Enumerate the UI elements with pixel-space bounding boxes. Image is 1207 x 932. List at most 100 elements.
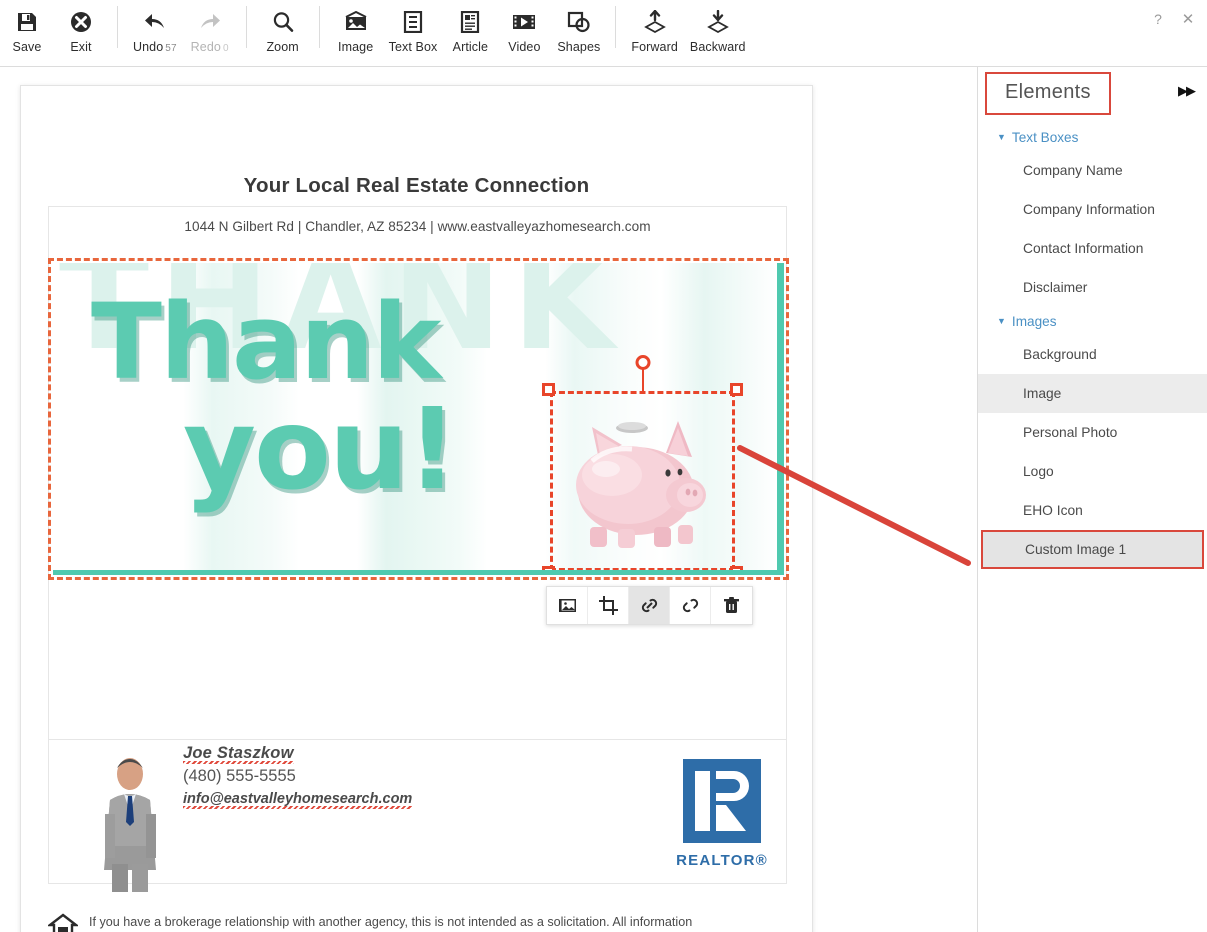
sidebar-item-logo[interactable]: Logo bbox=[978, 452, 1207, 491]
unlink-button[interactable] bbox=[670, 587, 711, 624]
sidebar-item-custom-image-1[interactable]: Custom Image 1 bbox=[981, 530, 1204, 569]
toolbar-button-count: 0 bbox=[222, 43, 229, 54]
background-image-element[interactable]: THANK Thank you! bbox=[48, 258, 789, 580]
sidebar-item-company-information[interactable]: Company Information bbox=[978, 190, 1207, 229]
toolbar-video-button[interactable]: Video bbox=[497, 0, 551, 54]
toolbar-button-count: 57 bbox=[165, 43, 177, 54]
app-window: Save Exit Undo 57 Redo 0 Zoom Image Text Box Arti… bbox=[0, 0, 1207, 932]
agent-email: info@eastvalleyhomesearch.com bbox=[183, 791, 413, 809]
sidebar-item-contact-information[interactable]: Contact Information bbox=[978, 229, 1207, 268]
piggy-bank-image[interactable] bbox=[562, 409, 720, 549]
signature-divider bbox=[49, 739, 786, 740]
link-button[interactable] bbox=[629, 587, 670, 624]
article-icon bbox=[460, 9, 480, 35]
toolbar-redo-button: Redo 0 bbox=[183, 0, 237, 54]
toolbar-text-box-button[interactable]: Text Box bbox=[383, 0, 444, 54]
toolbar-button-label: Video bbox=[508, 40, 541, 54]
sidebar-item-label: Image bbox=[1023, 386, 1062, 401]
agent-phone: (480) 555-5555 bbox=[183, 767, 296, 785]
send-backward-icon bbox=[706, 9, 729, 35]
disclaimer-block[interactable]: If you have a brokerage relationship wit… bbox=[48, 912, 787, 932]
sidebar-item-disclaimer[interactable]: Disclaimer bbox=[978, 268, 1207, 307]
elements-sidebar: Elements ▶▶ ▼ Text Boxes Company Name Compa… bbox=[977, 67, 1207, 932]
document-inner-frame: 1044 N Gilbert Rd | Chandler, AZ 85234 |… bbox=[48, 206, 789, 892]
rotate-handle[interactable] bbox=[635, 355, 650, 370]
toolbar-separator bbox=[318, 6, 320, 48]
sidebar-item-personal-photo[interactable]: Personal Photo bbox=[978, 413, 1207, 452]
toolbar-zoom-button[interactable]: Zoom bbox=[256, 0, 310, 54]
sidebar-item-eho-icon[interactable]: EHO Icon bbox=[978, 491, 1207, 530]
close-icon[interactable]: ✕ bbox=[1177, 8, 1199, 30]
toolbar-separator bbox=[245, 6, 247, 48]
main-toolbar: Save Exit Undo 57 Redo 0 Zoom Image Text Box Arti… bbox=[0, 0, 1207, 67]
sidebar-group-label: Images bbox=[1011, 313, 1057, 329]
resize-handle-bottom-left[interactable] bbox=[542, 566, 555, 570]
toolbar-button-label: Save bbox=[12, 40, 42, 54]
toolbar-save-button[interactable]: Save bbox=[0, 0, 54, 54]
disclaimer-text: If you have a brokerage relationship wit… bbox=[89, 915, 693, 932]
toolbar-button-label: Forward bbox=[631, 40, 678, 54]
resize-handle-top-right[interactable] bbox=[730, 383, 743, 396]
toolbar-button-label: Article bbox=[452, 40, 489, 54]
sidebar-item-company-name[interactable]: Company Name bbox=[978, 151, 1207, 190]
image-context-toolbar bbox=[546, 586, 753, 625]
sidebar-group-text-boxes[interactable]: ▼ Text Boxes bbox=[978, 123, 1207, 151]
delete-trash-button[interactable] bbox=[711, 587, 752, 624]
sidebar-tree: ▼ Text Boxes Company Name Company Informati… bbox=[978, 123, 1207, 569]
toolbar-group-4: Image Text Box Article Video Shapes bbox=[329, 0, 607, 64]
undo-arrow-icon bbox=[143, 9, 167, 35]
sidebar-group-images[interactable]: ▼ Images bbox=[978, 307, 1207, 335]
custom-image-1-selection[interactable] bbox=[542, 355, 743, 570]
toolbar-image-button[interactable]: Image bbox=[329, 0, 383, 54]
toolbar-button-label: Undo 57 bbox=[133, 40, 177, 54]
magnifier-icon bbox=[272, 9, 294, 35]
toolbar-group-5: Forward Backward bbox=[625, 0, 751, 64]
agent-name: Joe Staszkow bbox=[183, 744, 294, 764]
crop-button[interactable] bbox=[588, 587, 629, 624]
toolbar-group-3: Zoom bbox=[256, 0, 310, 64]
agent-email-text: info@eastvalleyhomesearch.com bbox=[183, 791, 413, 809]
banner-headline-line2: you! bbox=[183, 385, 458, 515]
sidebar-item-label: Contact Information bbox=[1023, 241, 1144, 256]
realtor-logo-label: REALTOR® bbox=[676, 852, 768, 869]
save-floppy-icon bbox=[16, 9, 38, 35]
agent-name-text: Joe Staszkow bbox=[183, 744, 294, 764]
personal-photo-image[interactable] bbox=[92, 752, 168, 892]
toolbar-button-label: Backward bbox=[689, 40, 746, 54]
toolbar-undo-button[interactable]: Undo 57 bbox=[127, 0, 183, 54]
replace-image-button[interactable] bbox=[547, 587, 588, 624]
toolbar-button-label: Redo 0 bbox=[190, 40, 229, 54]
toolbar-backward-button[interactable]: Backward bbox=[684, 0, 752, 54]
toolbar-button-label: Image bbox=[338, 40, 374, 54]
toolbar-exit-button[interactable]: Exit bbox=[54, 0, 108, 54]
realtor-r-glyph bbox=[695, 771, 749, 831]
banner-headline-line1: Thank bbox=[91, 281, 441, 403]
realtor-r-mark bbox=[683, 759, 761, 843]
sidebar-item-label: Custom Image 1 bbox=[1025, 542, 1127, 557]
sidebar-item-label: Company Information bbox=[1023, 202, 1155, 217]
resize-handle-bottom-right[interactable] bbox=[730, 566, 743, 570]
sidebar-title: Elements bbox=[985, 72, 1111, 115]
toolbar-article-button[interactable]: Article bbox=[443, 0, 497, 54]
collapse-panel-icon[interactable]: ▶▶ bbox=[1178, 83, 1196, 99]
resize-handle-top-left[interactable] bbox=[542, 383, 555, 396]
chevron-down-icon: ▼ bbox=[997, 316, 1006, 326]
bring-forward-icon bbox=[643, 9, 666, 35]
toolbar-shapes-button[interactable]: Shapes bbox=[551, 0, 606, 54]
toolbar-group-2: Undo 57 Redo 0 bbox=[127, 0, 237, 64]
logo-image[interactable]: REALTOR® bbox=[662, 759, 782, 881]
sidebar-item-label: Personal Photo bbox=[1023, 425, 1118, 440]
toolbar-forward-button[interactable]: Forward bbox=[625, 0, 684, 54]
text-box-icon bbox=[403, 9, 423, 35]
sidebar-group-label: Text Boxes bbox=[1011, 129, 1079, 145]
video-icon bbox=[512, 9, 536, 35]
help-icon[interactable]: ? bbox=[1147, 8, 1169, 30]
toolbar-separator bbox=[615, 6, 617, 48]
sidebar-item-label: Logo bbox=[1023, 464, 1054, 479]
sidebar-header: Elements ▶▶ bbox=[978, 67, 1207, 123]
sidebar-item-background[interactable]: Background bbox=[978, 335, 1207, 374]
document-page[interactable]: Your Local Real Estate Connection 1044 N… bbox=[20, 85, 813, 932]
equal-housing-opportunity-icon bbox=[48, 913, 78, 932]
sidebar-item-label: EHO Icon bbox=[1023, 503, 1083, 518]
sidebar-item-image[interactable]: Image bbox=[978, 374, 1207, 413]
